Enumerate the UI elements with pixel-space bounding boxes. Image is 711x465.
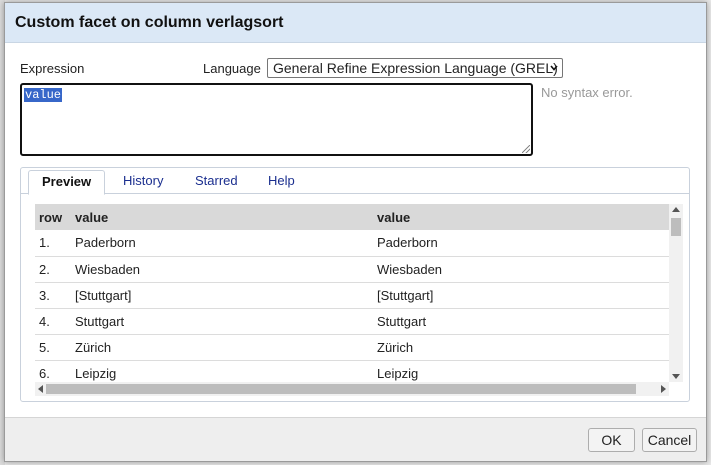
- table-row: 4. Stuttgart Stuttgart: [35, 308, 669, 335]
- scroll-up-icon[interactable]: [672, 207, 680, 212]
- tab-starred[interactable]: Starred: [182, 170, 251, 194]
- ok-button[interactable]: OK: [588, 428, 635, 452]
- tabs-panel: Preview History Starred Help row value v…: [20, 167, 690, 402]
- row-value: Stuttgart: [71, 308, 373, 335]
- language-selected-value: General Refine Expression Language (GREL…: [273, 60, 558, 76]
- row-number: 5.: [35, 334, 71, 361]
- tab-history[interactable]: History: [110, 170, 176, 194]
- tab-bar: Preview History Starred Help: [21, 168, 689, 195]
- table-row: 3. [Stuttgart] [Stuttgart]: [35, 282, 669, 309]
- vertical-scroll-thumb[interactable]: [671, 218, 681, 236]
- preview-table: row value value 1. Paderborn Paderborn 2…: [35, 204, 669, 387]
- table-row: 2. Wiesbaden Wiesbaden: [35, 256, 669, 283]
- table-row: 1. Paderborn Paderborn: [35, 230, 669, 257]
- column-header-result: value: [373, 204, 669, 230]
- dialog-footer: OK Cancel: [5, 417, 706, 461]
- tab-preview[interactable]: Preview: [28, 170, 106, 195]
- column-header-row: row: [35, 204, 71, 230]
- horizontal-scrollbar[interactable]: [35, 382, 669, 396]
- expression-text: value: [24, 88, 63, 102]
- row-result: Zürich: [373, 334, 669, 361]
- row-value: [Stuttgart]: [71, 282, 373, 309]
- vertical-scrollbar[interactable]: [669, 204, 683, 382]
- scroll-right-icon[interactable]: [661, 385, 666, 393]
- language-select[interactable]: General Refine Expression Language (GREL…: [267, 58, 563, 78]
- row-result: Stuttgart: [373, 308, 669, 335]
- column-header-value: value: [71, 204, 373, 230]
- row-value: Paderborn: [71, 230, 373, 257]
- dialog-title: Custom facet on column verlagsort: [5, 3, 706, 43]
- resize-handle-icon[interactable]: [522, 145, 530, 153]
- custom-facet-dialog: Custom facet on column verlagsort Expres…: [4, 2, 707, 462]
- chevron-down-icon: [550, 65, 558, 71]
- horizontal-scroll-thumb[interactable]: [46, 384, 636, 394]
- expression-label: Expression: [20, 61, 85, 76]
- row-result: [Stuttgart]: [373, 282, 669, 309]
- preview-grid: row value value 1. Paderborn Paderborn 2…: [35, 204, 683, 396]
- tab-help[interactable]: Help: [255, 170, 308, 194]
- table-row: 5. Zürich Zürich: [35, 334, 669, 361]
- row-result: Paderborn: [373, 230, 669, 257]
- row-number: 4.: [35, 308, 71, 335]
- row-number: 1.: [35, 230, 71, 257]
- expression-row: Expression Language General Refine Expre…: [20, 58, 700, 78]
- cancel-button[interactable]: Cancel: [642, 428, 697, 452]
- scroll-down-icon[interactable]: [672, 374, 680, 379]
- row-number: 2.: [35, 256, 71, 283]
- syntax-status: No syntax error.: [541, 85, 633, 100]
- row-number: 3.: [35, 282, 71, 309]
- table-header-row: row value value: [35, 204, 669, 230]
- expression-input[interactable]: value: [20, 83, 533, 156]
- row-result: Wiesbaden: [373, 256, 669, 283]
- row-value: Zürich: [71, 334, 373, 361]
- language-label: Language: [203, 61, 261, 76]
- row-value: Wiesbaden: [71, 256, 373, 283]
- scroll-left-icon[interactable]: [38, 385, 43, 393]
